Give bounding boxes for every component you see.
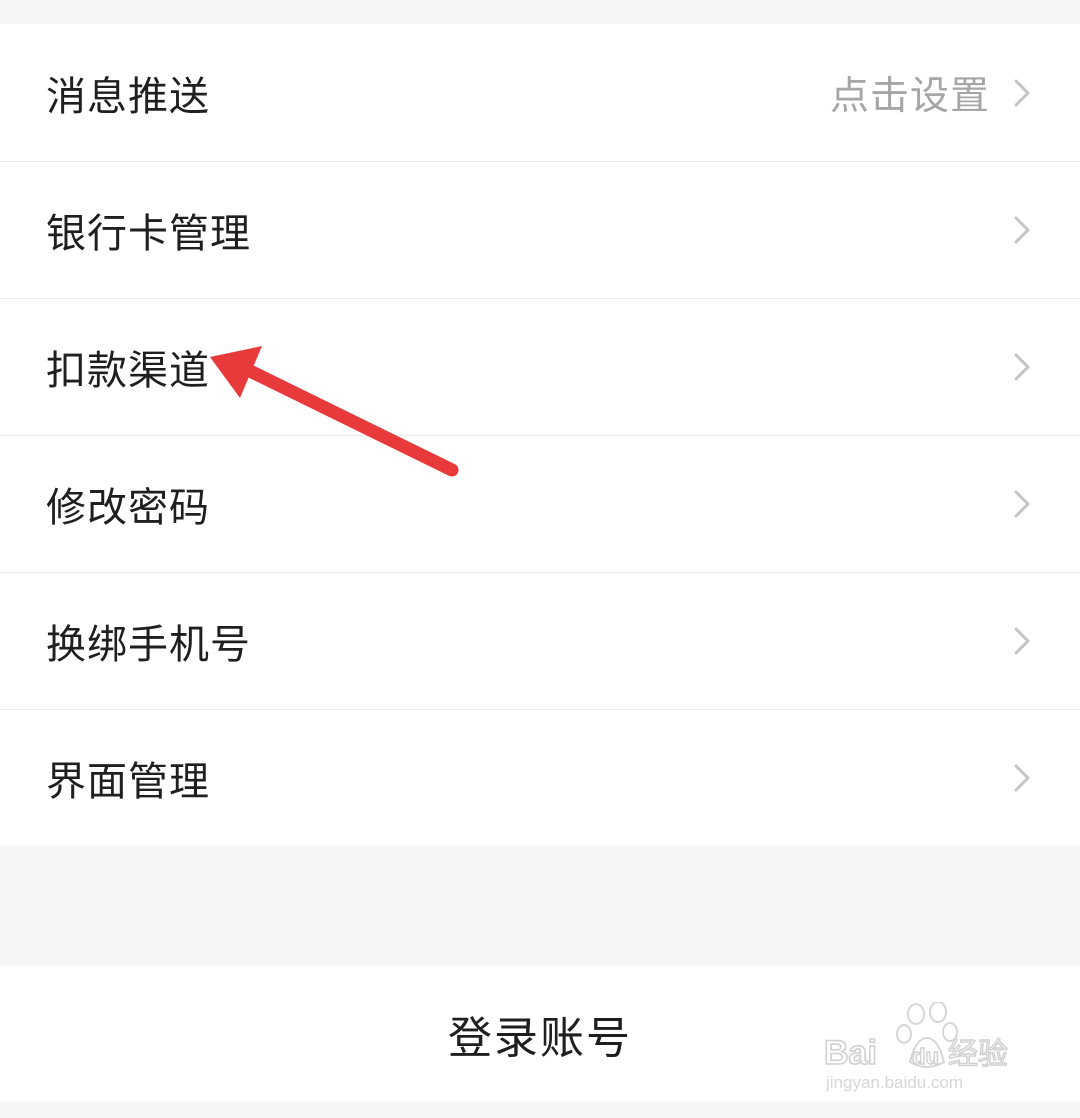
settings-item-label: 修改密码 <box>46 485 210 531</box>
chevron-right-icon <box>1014 216 1030 244</box>
settings-item-label: 消息推送 <box>46 73 210 120</box>
section-spacer <box>0 846 1080 966</box>
settings-item-label: 扣款渠道 <box>46 348 210 394</box>
settings-item-change-phone[interactable]: 换绑手机号 <box>0 572 1080 709</box>
settings-item-label: 银行卡管理 <box>46 211 251 257</box>
chevron-right-icon <box>1014 79 1030 106</box>
login-account-button[interactable]: 登录账号 <box>0 966 1080 1102</box>
settings-list: 消息推送 点击设置 银行卡管理 扣款渠道 修改密码 换绑手机号 界面管理 <box>0 24 1080 846</box>
login-account-label: 登录账号 <box>448 1013 632 1064</box>
settings-item-value: 点击设置 <box>829 73 990 119</box>
settings-item-label: 界面管理 <box>46 759 210 805</box>
chevron-right-icon <box>1014 490 1030 518</box>
settings-item-message-push[interactable]: 消息推送 点击设置 <box>0 24 1080 161</box>
settings-item-change-password[interactable]: 修改密码 <box>0 435 1080 572</box>
settings-item-interface[interactable]: 界面管理 <box>0 709 1080 846</box>
top-spacer <box>0 0 1080 24</box>
chevron-right-icon <box>1014 764 1030 792</box>
settings-item-payment-channel[interactable]: 扣款渠道 <box>0 298 1080 435</box>
settings-item-bank-card[interactable]: 银行卡管理 <box>0 161 1080 298</box>
chevron-right-icon <box>1014 353 1030 381</box>
settings-item-label: 换绑手机号 <box>46 622 251 668</box>
chevron-right-icon <box>1014 627 1030 655</box>
